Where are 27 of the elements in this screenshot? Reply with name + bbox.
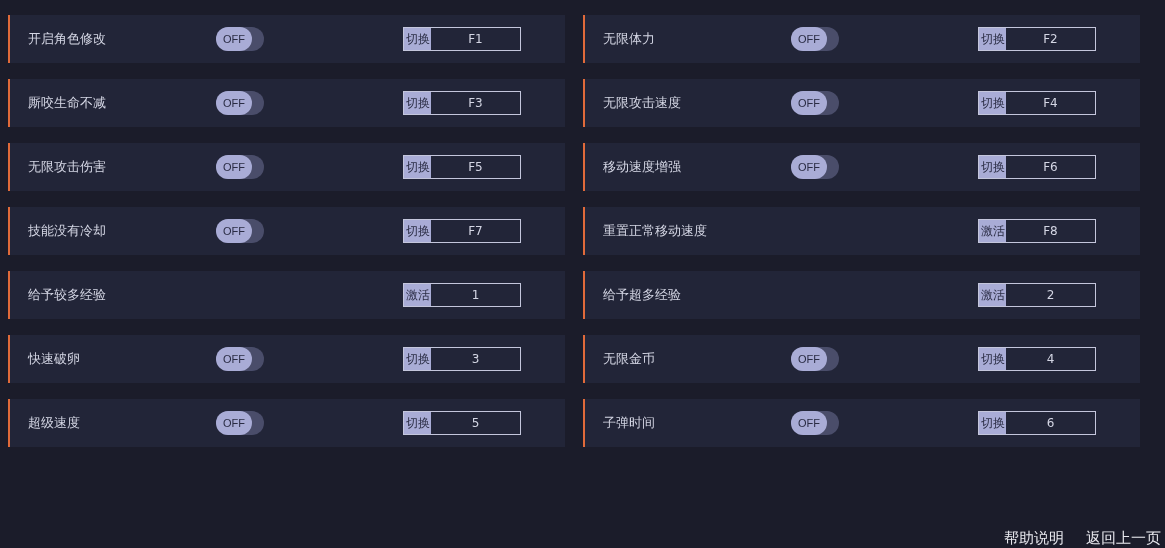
option-label: 无限攻击速度 [602,94,682,112]
option-label: 快速破卵 [27,350,81,368]
option-label: 无限金币 [602,350,656,368]
toggle-switch[interactable]: OFF [216,219,264,243]
toggle-switch[interactable]: OFF [216,27,264,51]
footer-link[interactable]: 帮助说明 [1004,528,1064,548]
toggle-switch[interactable]: OFF [216,347,264,371]
option-label: 移动速度增强 [602,158,682,176]
option-label: 超级速度 [27,414,81,432]
option-label: 重置正常移动速度 [602,222,708,240]
toggle-switch[interactable]: OFF [216,411,264,435]
option-label: 技能没有冷却 [27,222,107,240]
option-label: 给予超多经验 [602,286,682,304]
toggle-switch[interactable]: OFF [791,91,839,115]
option-label: 开启角色修改 [27,30,107,48]
toggle-switch[interactable]: OFF [216,91,264,115]
option-label: 无限攻击伤害 [27,158,107,176]
footer-link[interactable]: 返回上一页 [1086,528,1161,548]
option-label: 厮咬生命不减 [27,94,107,112]
option-label: 无限体力 [602,30,656,48]
toggle-switch[interactable]: OFF [791,27,839,51]
toggle-switch[interactable]: OFF [216,155,264,179]
option-label: 子弹时间 [602,414,656,432]
toggle-switch[interactable]: OFF [791,155,839,179]
toggle-switch[interactable]: OFF [791,347,839,371]
option-label: 给予较多经验 [27,286,107,304]
toggle-switch[interactable]: OFF [791,411,839,435]
